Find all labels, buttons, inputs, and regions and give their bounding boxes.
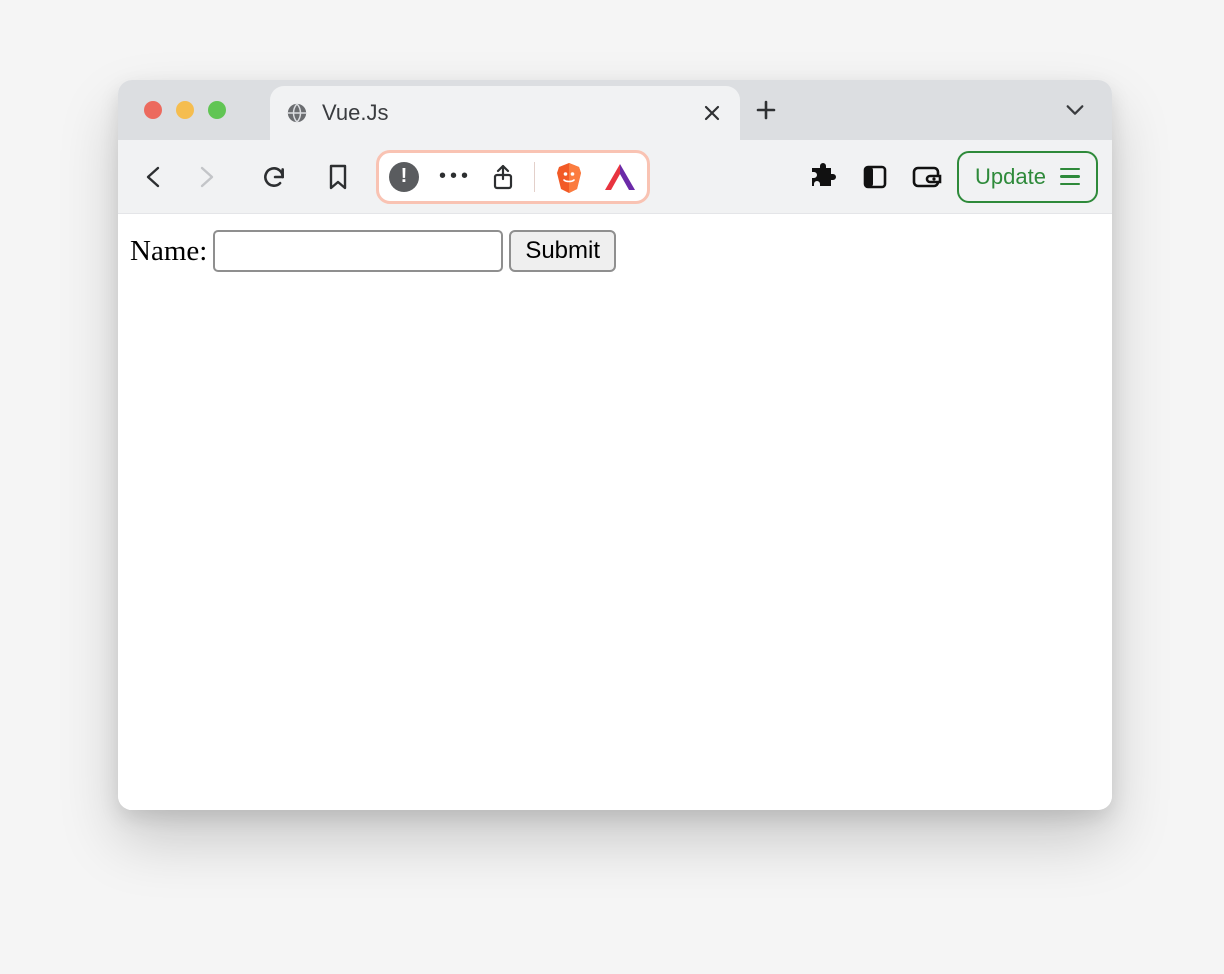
sidebar-toggle-button[interactable] — [853, 155, 897, 199]
reload-button[interactable] — [252, 155, 296, 199]
tab-strip: Vue.Js — [118, 80, 1112, 140]
submit-button[interactable]: Submit — [509, 230, 616, 272]
maximize-window-button[interactable] — [208, 101, 226, 119]
update-button[interactable]: Update — [957, 151, 1098, 203]
site-info-icon[interactable]: ! — [389, 162, 419, 192]
close-window-button[interactable] — [144, 101, 162, 119]
bat-rewards-icon[interactable] — [603, 162, 637, 192]
wallet-button[interactable] — [905, 155, 949, 199]
bookmark-button[interactable] — [316, 155, 360, 199]
toolbar: ! ••• Update — [118, 140, 1112, 214]
tabs-overflow-button[interactable] — [1054, 89, 1096, 131]
update-label: Update — [975, 164, 1046, 190]
site-settings-button[interactable]: ••• — [439, 165, 472, 188]
tab-title: Vue.Js — [322, 100, 684, 126]
close-tab-button[interactable] — [698, 99, 726, 127]
brave-shields-icon[interactable] — [555, 161, 583, 193]
divider — [534, 162, 535, 192]
name-input[interactable] — [213, 230, 503, 272]
page-content: Name: Submit — [118, 214, 1112, 810]
browser-tab[interactable]: Vue.Js — [270, 86, 740, 140]
globe-icon — [286, 102, 308, 124]
minimize-window-button[interactable] — [176, 101, 194, 119]
forward-button[interactable] — [184, 155, 228, 199]
name-form: Name: Submit — [130, 230, 1100, 272]
extensions-button[interactable] — [801, 155, 845, 199]
menu-icon — [1060, 168, 1080, 186]
new-tab-button[interactable] — [740, 86, 792, 134]
browser-window: Vue.Js ! ••• — [118, 80, 1112, 810]
window-controls — [118, 101, 226, 119]
back-button[interactable] — [132, 155, 176, 199]
name-label: Name: — [130, 235, 207, 268]
share-icon[interactable] — [492, 163, 514, 191]
address-bar[interactable]: ! ••• — [376, 150, 650, 204]
